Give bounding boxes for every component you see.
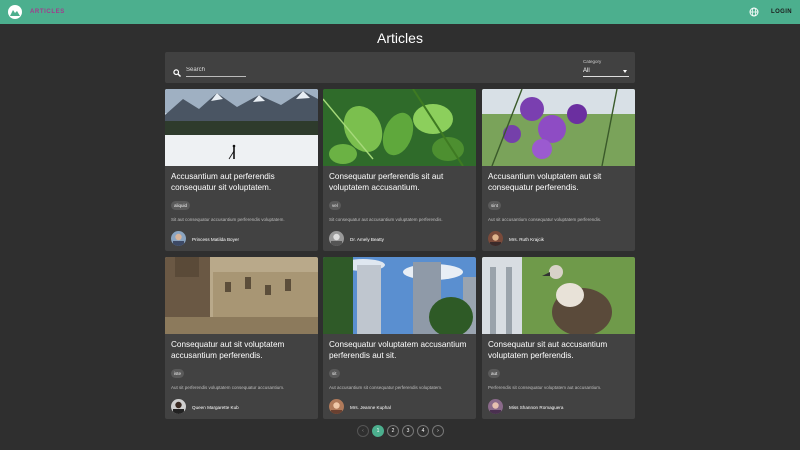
article-image [165, 257, 318, 334]
logo-icon[interactable] [8, 5, 22, 19]
article-card[interactable]: Consequatur perferendis sit aut voluptat… [323, 89, 476, 251]
author-name: Dr. Amely Beatty [350, 237, 384, 242]
article-tag[interactable]: aliquid [171, 201, 191, 210]
author-name: Mrs. Ruth Krajcik [509, 237, 544, 242]
author-avatar [488, 399, 503, 414]
article-excerpt: Aut sit perferendis voluptatem consequat… [171, 385, 285, 390]
article-image [323, 89, 476, 166]
article-excerpt: Sit aut consequatur accusantium perferen… [171, 217, 285, 222]
article-image [323, 257, 476, 334]
article-title[interactable]: Consequatur aut sit voluptatem accusanti… [171, 339, 313, 361]
author-name: Mrs. Jeanne Kuphal [350, 405, 391, 410]
article-tag[interactable]: aut [488, 369, 501, 378]
search-input[interactable] [186, 63, 246, 77]
article-image [165, 89, 318, 166]
page-title: Articles [377, 30, 423, 46]
author-avatar [329, 231, 344, 246]
page-button-4[interactable]: 4 [417, 425, 429, 437]
category-select[interactable]: All [583, 66, 629, 77]
article-image [482, 89, 635, 166]
article-excerpt: Sit consequatur aut accusantium voluptat… [329, 217, 443, 222]
login-button[interactable]: LOGIN [771, 9, 792, 15]
author-avatar [329, 399, 344, 414]
page-button-2[interactable]: 2 [387, 425, 399, 437]
author-avatar [171, 399, 186, 414]
article-title[interactable]: Accusantium aut perferendis consequatur … [171, 171, 313, 193]
author-name: Queen Margarette Kub [192, 405, 239, 410]
app-bar: ARTICLES LOGIN [0, 0, 800, 24]
article-excerpt: Aut sit accusantium consequatur voluptat… [488, 217, 602, 222]
prev-page-button[interactable]: ‹ [357, 425, 369, 437]
author-name: Princess Matilda Boyer [192, 237, 239, 242]
category-label: Category [583, 59, 602, 64]
author-avatar [171, 231, 186, 246]
article-card[interactable]: Consequatur voluptatem accusantium perfe… [323, 257, 476, 419]
pagination: ‹ 1 2 3 4 › [357, 425, 444, 438]
author-name: Miss Shannon Romaguera [509, 405, 564, 410]
search-icon [173, 64, 181, 77]
page-button-3[interactable]: 3 [402, 425, 414, 437]
page-button-1[interactable]: 1 [372, 425, 384, 437]
article-card[interactable]: Accusantium aut perferendis consequatur … [165, 89, 318, 251]
category-value: All [583, 68, 590, 74]
filter-bar: Category All [165, 52, 635, 83]
article-title[interactable]: Consequatur perferendis sit aut voluptat… [329, 171, 471, 193]
article-card[interactable]: Consequatur sit aut accusantium voluptat… [482, 257, 635, 419]
article-tag[interactable]: vel [329, 201, 341, 210]
article-card[interactable]: Accusantium voluptatem aut sit consequat… [482, 89, 635, 251]
article-image [482, 257, 635, 334]
article-title[interactable]: Accusantium voluptatem aut sit consequat… [488, 171, 630, 193]
chevron-down-icon [623, 69, 627, 73]
article-title[interactable]: Consequatur sit aut accusantium voluptat… [488, 339, 630, 361]
author-avatar [488, 231, 503, 246]
article-tag[interactable]: sint [488, 201, 502, 210]
article-tag[interactable]: sit [329, 369, 340, 378]
article-title[interactable]: Consequatur voluptatem accusantium perfe… [329, 339, 471, 361]
article-excerpt: Perferendis sit consequatur voluptatem a… [488, 385, 602, 390]
nav-link-articles[interactable]: ARTICLES [30, 9, 65, 15]
article-card[interactable]: Consequatur aut sit voluptatem accusanti… [165, 257, 318, 419]
article-tag[interactable]: iste [171, 369, 185, 378]
globe-icon[interactable] [749, 7, 759, 17]
next-page-button[interactable]: › [432, 425, 444, 437]
article-excerpt: Aut accusantium sit consequatur perferen… [329, 385, 443, 390]
